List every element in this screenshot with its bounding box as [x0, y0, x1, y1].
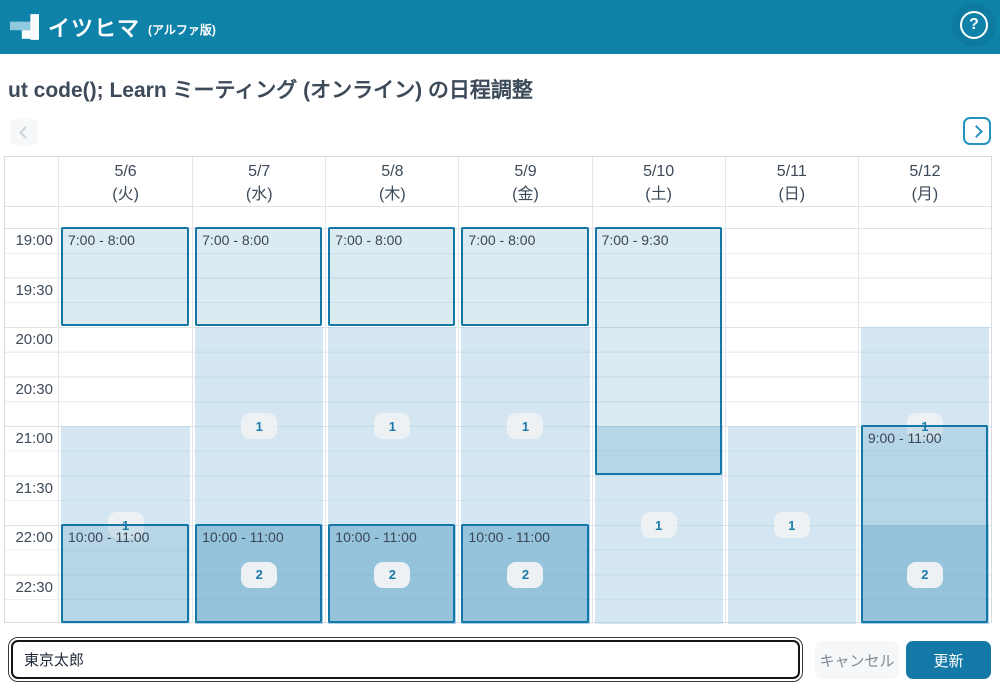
availability-block-label: 10:00 - 11:00 — [197, 526, 320, 548]
time-label: 21:00 — [5, 430, 53, 447]
availability-count-badge: 2 — [374, 562, 410, 588]
availability-block[interactable]: 7:00 - 8:00 — [328, 227, 455, 326]
day-column-slots[interactable]: 1 — [726, 228, 858, 624]
day-weekday: (木) — [326, 183, 458, 206]
availability-block-label: 10:00 - 11:00 — [63, 526, 187, 548]
availability-count-badge: 1 — [241, 413, 277, 439]
app-version-badge: (アルファ版) — [148, 21, 216, 38]
day-column[interactable]: 5/9(金) 1 2 7:00 - 8:00 10:00 - 11:00 — [458, 157, 591, 622]
day-weekday: (金) — [459, 183, 591, 206]
help-button[interactable]: ? — [960, 11, 988, 39]
availability-count-badge: 1 — [641, 512, 677, 538]
availability-count-badge: 1 — [774, 512, 810, 538]
day-column[interactable]: 5/11(日) 1 — [725, 157, 858, 622]
day-header: 5/8(木) — [326, 157, 458, 206]
time-label: 20:00 — [5, 331, 53, 348]
day-column-slots[interactable]: 129:00 - 11:00 — [859, 228, 991, 624]
availability-block-label: 7:00 - 8:00 — [197, 229, 320, 251]
day-header: 5/7(水) — [193, 157, 325, 206]
day-weekday: (水) — [193, 183, 325, 206]
time-label: 22:00 — [5, 529, 53, 546]
availability-block-label: 7:00 - 8:00 — [330, 229, 453, 251]
day-column-slots[interactable]: 1 2 7:00 - 8:00 10:00 - 11:00 — [193, 228, 325, 624]
availability-count-badge: 1 — [374, 413, 410, 439]
day-date: 5/9 — [459, 160, 591, 183]
day-header: 5/6(火) — [59, 157, 192, 206]
availability-block-label: 7:00 - 8:00 — [63, 229, 187, 251]
day-date: 5/12 — [859, 160, 991, 183]
availability-block[interactable]: 7:00 - 8:00 — [195, 227, 322, 326]
page-title: ut code(); Learn ミーティング (オンライン) の日程調整 — [8, 74, 533, 104]
prev-week-button[interactable] — [10, 118, 38, 146]
availability-count-badge: 2 — [507, 562, 543, 588]
name-input[interactable] — [11, 640, 800, 679]
next-week-button[interactable] — [963, 117, 991, 145]
time-label: 20:30 — [5, 381, 53, 398]
day-column-slots[interactable]: 1 2 7:00 - 8:00 10:00 - 11:00 — [459, 228, 591, 624]
day-header: 5/12(月) — [859, 157, 991, 206]
day-header: 5/11(日) — [726, 157, 858, 206]
app-header: イツヒマ (アルファ版) ? — [0, 0, 1000, 54]
day-column[interactable]: 5/12(月)129:00 - 11:00 — [858, 157, 991, 622]
chevron-left-icon — [19, 126, 32, 139]
day-column[interactable]: 5/6(火)17:00 - 8:0010:00 - 11:00 — [59, 157, 192, 622]
footer-bar: キャンセル 更新 — [0, 630, 1000, 686]
time-label: 19:00 — [5, 232, 53, 249]
day-column[interactable]: 5/10(土) 1 7:00 - 9:30 — [592, 157, 725, 622]
chevron-right-icon — [970, 125, 983, 138]
availability-count-badge: 1 — [507, 413, 543, 439]
availability-block[interactable]: 7:00 - 9:30 — [595, 227, 722, 475]
day-weekday: (月) — [859, 183, 991, 206]
question-icon: ? — [969, 16, 979, 34]
cancel-button[interactable]: キャンセル — [815, 641, 899, 679]
time-label: 21:30 — [5, 480, 53, 497]
availability-count-badge: 2 — [907, 562, 943, 588]
availability-count-badge: 2 — [241, 562, 277, 588]
day-date: 5/8 — [326, 160, 458, 183]
app-title: イツヒマ — [48, 11, 140, 43]
day-weekday: (日) — [726, 183, 858, 206]
day-column[interactable]: 5/8(木) 1 2 7:00 - 8:00 10:00 - 11:00 — [325, 157, 458, 622]
day-weekday: (土) — [593, 183, 725, 206]
calendar-grid: 19:00 19:30 20:00 20:30 21:00 21:30 22:00 22:30… — [4, 156, 992, 623]
day-date: 5/6 — [59, 160, 192, 183]
day-weekday: (火) — [59, 183, 192, 206]
day-column-slots[interactable]: 1 2 7:00 - 8:00 10:00 - 11:00 — [326, 228, 458, 624]
availability-block[interactable]: 10:00 - 11:00 — [61, 524, 189, 623]
availability-block-label: 9:00 - 11:00 — [863, 427, 986, 449]
availability-block[interactable]: 9:00 - 11:00 — [861, 425, 988, 623]
day-column-slots[interactable]: 17:00 - 8:0010:00 - 11:00 — [59, 228, 192, 624]
availability-block-label: 10:00 - 11:00 — [463, 526, 586, 548]
time-label: 19:30 — [5, 282, 53, 299]
day-column[interactable]: 5/7(水) 1 2 7:00 - 8:00 10:00 - 11:00 — [192, 157, 325, 622]
day-date: 5/11 — [726, 160, 858, 183]
day-date: 5/10 — [593, 160, 725, 183]
availability-block[interactable]: 7:00 - 8:00 — [461, 227, 588, 326]
availability-block-label: 7:00 - 9:30 — [597, 229, 720, 251]
update-button[interactable]: 更新 — [906, 641, 991, 679]
time-label: 22:30 — [5, 579, 53, 596]
availability-block-label: 10:00 - 11:00 — [330, 526, 453, 548]
name-field-wrapper — [8, 637, 803, 682]
day-column-slots[interactable]: 1 7:00 - 9:30 — [593, 228, 725, 624]
day-header: 5/9(金) — [459, 157, 591, 206]
day-date: 5/7 — [193, 160, 325, 183]
availability-block-label: 7:00 - 8:00 — [463, 229, 586, 251]
availability-block[interactable]: 7:00 - 8:00 — [61, 227, 189, 326]
day-header: 5/10(土) — [593, 157, 725, 206]
app-logo-icon — [10, 12, 40, 42]
